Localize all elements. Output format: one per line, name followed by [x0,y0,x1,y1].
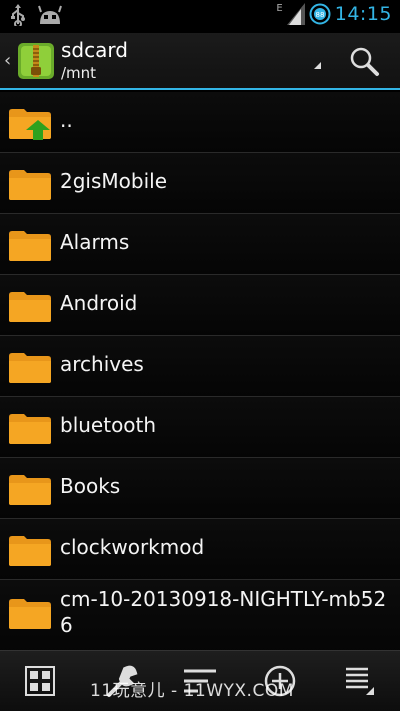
file-name: 2gisMobile [60,169,168,193]
folder-icon [9,231,51,261]
folder-icon [9,536,51,566]
file-name: Alarms [60,230,130,254]
grid-view-icon[interactable] [20,661,60,701]
file-row-parent[interactable]: .. [0,92,400,153]
menu-list-icon[interactable] [340,661,380,701]
file-row[interactable]: cm-10-20130918-NIGHTLY-mb526 [0,580,400,654]
folder-icon [9,414,51,444]
file-name: archives [60,352,144,376]
svg-text:88: 88 [315,11,324,19]
android-debug-icon [38,5,62,24]
file-row[interactable]: clockworkmod [0,519,400,580]
action-bar [0,33,400,90]
file-row[interactable]: Alarms [0,214,400,275]
dropdown-icon[interactable] [314,62,321,69]
app-zip-icon[interactable] [16,41,56,81]
file-row[interactable]: 2gisMobile [0,153,400,214]
file-list: .. 2gisMobile Alarms Android archives bl… [0,92,400,654]
folder-icon [9,170,51,200]
search-icon[interactable] [348,45,380,77]
action-bar-subtitle[interactable]: /mnt [61,64,96,82]
file-name: cm-10-20130918-NIGHTLY-mb526 [60,587,387,637]
folder-icon [9,599,51,629]
battery-icon: 88 [309,3,331,25]
action-bar-title[interactable]: sdcard [61,38,128,62]
file-name: bluetooth [60,413,157,437]
network-type-label: E [276,3,283,14]
watermark-text: 11玩意儿 - 11WYX.COM [90,681,294,701]
file-row[interactable]: Books [0,458,400,519]
action-bar-divider [0,88,400,90]
status-bar: E 88 14:15 [0,0,400,33]
signal-icon [286,3,305,25]
file-name: Books [60,474,121,498]
folder-up-icon [9,109,51,140]
file-row[interactable]: bluetooth [0,397,400,458]
file-row[interactable]: archives [0,336,400,397]
folder-icon [9,353,51,383]
file-name: .. [60,108,73,132]
folder-icon [9,292,51,322]
folder-icon [9,475,51,505]
file-row[interactable]: Android [0,275,400,336]
file-name: clockworkmod [60,535,205,559]
status-clock: 14:15 [334,3,392,25]
up-caret-icon[interactable]: ‹ [4,50,11,71]
usb-icon [11,4,25,26]
file-name: Android [60,291,138,315]
